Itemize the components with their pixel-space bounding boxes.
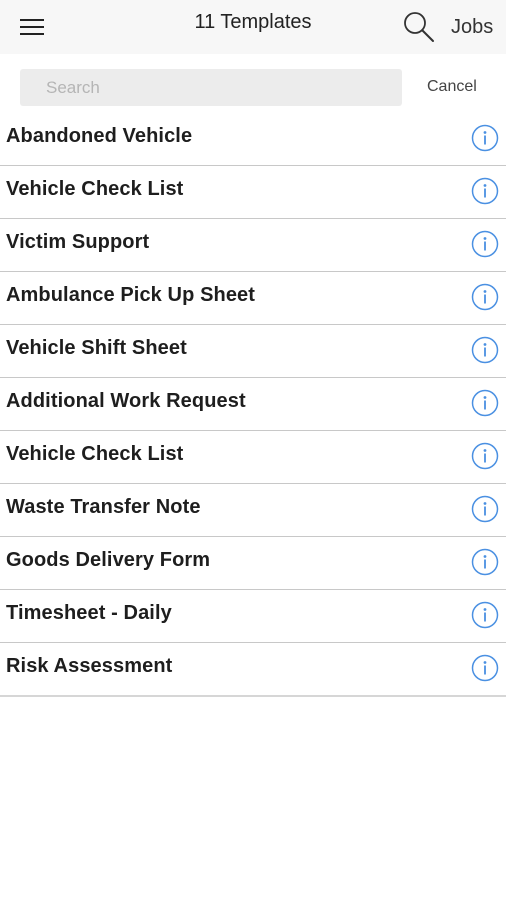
list-item[interactable]: Victim Support — [0, 219, 506, 272]
template-name: Vehicle Check List — [6, 443, 184, 465]
template-list: Abandoned Vehicle Vehicle Check List Victi… — [0, 113, 506, 697]
list-item[interactable]: Timesheet - Daily — [0, 590, 506, 643]
template-name: Victim Support — [6, 231, 150, 253]
template-name: Additional Work Request — [6, 390, 246, 412]
template-name: Waste Transfer Note — [6, 496, 201, 518]
template-name: Ambulance Pick Up Sheet — [6, 284, 256, 306]
info-icon[interactable] — [471, 654, 499, 682]
template-name: Timesheet - Daily — [6, 602, 172, 624]
list-item[interactable]: Goods Delivery Form — [0, 537, 506, 590]
cancel-button[interactable]: Cancel — [427, 78, 477, 96]
list-item[interactable]: Vehicle Check List — [0, 431, 506, 484]
jobs-button[interactable]: Jobs — [451, 16, 493, 39]
info-icon[interactable] — [471, 124, 499, 152]
template-name: Goods Delivery Form — [6, 549, 211, 571]
info-icon[interactable] — [471, 495, 499, 523]
info-icon[interactable] — [471, 389, 499, 417]
top-bar: 11 Templates Jobs — [0, 0, 506, 54]
info-icon[interactable] — [471, 548, 499, 576]
search-bar: Cancel — [0, 54, 506, 113]
info-icon[interactable] — [471, 336, 499, 364]
info-icon[interactable] — [471, 442, 499, 470]
info-icon[interactable] — [471, 230, 499, 258]
search-input[interactable] — [20, 69, 402, 106]
list-item[interactable]: Abandoned Vehicle — [0, 113, 506, 166]
list-item[interactable]: Additional Work Request — [0, 378, 506, 431]
template-name: Vehicle Shift Sheet — [6, 337, 187, 359]
list-item[interactable]: Waste Transfer Note — [0, 484, 506, 537]
info-icon[interactable] — [471, 283, 499, 311]
search-icon[interactable] — [402, 10, 436, 44]
list-item[interactable]: Vehicle Shift Sheet — [0, 325, 506, 378]
template-name: Abandoned Vehicle — [6, 125, 193, 147]
template-name: Vehicle Check List — [6, 178, 184, 200]
template-name: Risk Assessment — [6, 655, 173, 677]
list-item[interactable]: Risk Assessment — [0, 643, 506, 697]
info-icon[interactable] — [471, 601, 499, 629]
hamburger-menu-icon[interactable] — [18, 16, 46, 40]
info-icon[interactable] — [471, 177, 499, 205]
list-item[interactable]: Vehicle Check List — [0, 166, 506, 219]
list-item[interactable]: Ambulance Pick Up Sheet — [0, 272, 506, 325]
